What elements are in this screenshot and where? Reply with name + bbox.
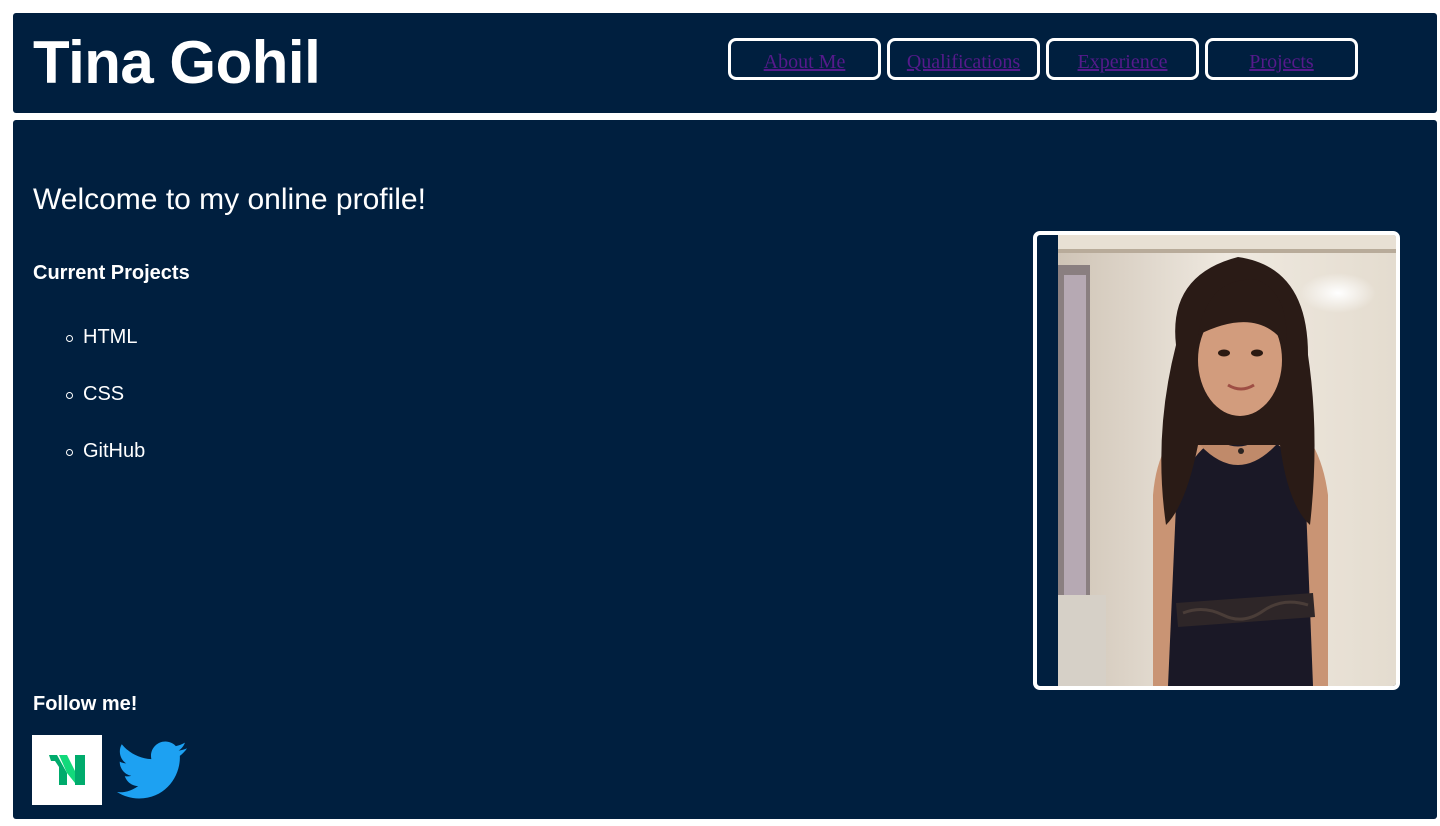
nav-item-about-me[interactable]: About Me — [728, 38, 881, 80]
nav-link-experience[interactable]: Experience — [1078, 51, 1168, 74]
main-panel: Welcome to my online profile! Current Pr… — [13, 120, 1437, 819]
project-label: HTML — [83, 326, 138, 348]
list-item: HTML — [33, 325, 145, 382]
project-list: HTML CSS GitHub — [33, 325, 145, 496]
nav-link-projects[interactable]: Projects — [1249, 51, 1313, 74]
project-label: CSS — [83, 383, 125, 405]
profile-photo — [1058, 235, 1396, 686]
social-links — [32, 735, 188, 805]
nav-link-about-me[interactable]: About Me — [764, 51, 846, 74]
twitter-link[interactable] — [116, 735, 188, 805]
circle-bullet-icon — [66, 392, 73, 399]
circle-bullet-icon — [66, 449, 73, 456]
profile-photo-frame — [1033, 231, 1400, 690]
nav-item-qualifications[interactable]: Qualifications — [887, 38, 1040, 80]
nav-item-projects[interactable]: Projects — [1205, 38, 1358, 80]
list-item: GitHub — [33, 439, 145, 496]
twitter-icon — [117, 741, 188, 799]
welcome-heading: Welcome to my online profile! — [33, 183, 426, 216]
medium-link[interactable] — [32, 735, 102, 805]
project-label: GitHub — [83, 440, 146, 462]
nav-item-experience[interactable]: Experience — [1046, 38, 1199, 80]
main-nav: About Me Qualifications Experience Proje… — [728, 38, 1358, 80]
site-title: Tina Gohil — [33, 29, 321, 96]
nav-link-qualifications[interactable]: Qualifications — [907, 51, 1020, 74]
current-projects-heading: Current Projects — [33, 262, 190, 284]
list-item: CSS — [33, 382, 145, 439]
follow-me-heading: Follow me! — [33, 693, 138, 715]
site-header: Tina Gohil About Me Qualifications Exper… — [13, 13, 1437, 113]
medium-icon — [49, 755, 85, 785]
circle-bullet-icon — [66, 335, 73, 342]
